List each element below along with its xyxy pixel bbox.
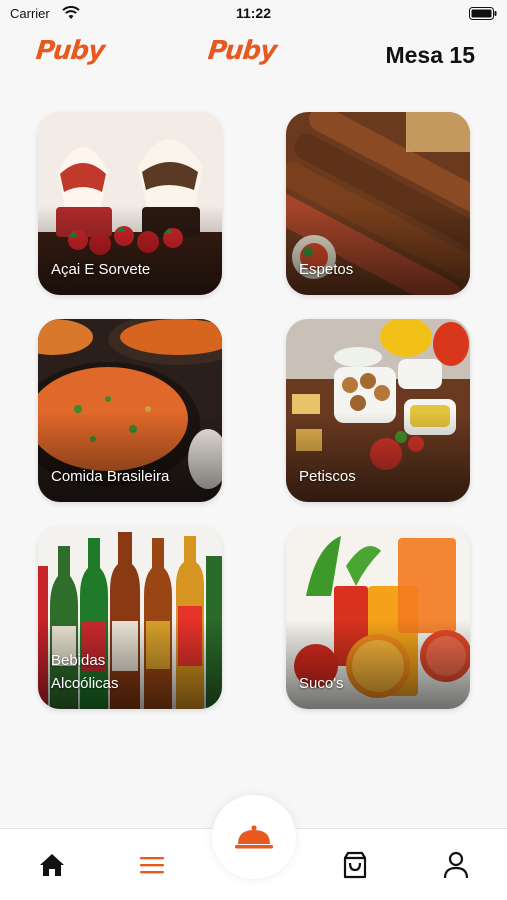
category-label: Petiscos: [299, 468, 356, 485]
nav-menu[interactable]: [136, 849, 168, 881]
category-card-sucos[interactable]: Suco's: [286, 526, 470, 709]
user-icon: [443, 851, 469, 879]
status-bar: Carrier 11:22: [0, 0, 507, 28]
table-number: Mesa 15: [385, 42, 475, 68]
nav-order-button[interactable]: [212, 795, 296, 879]
clock: 11:22: [235, 5, 272, 21]
category-label: Suco's: [299, 675, 344, 692]
brand-logo[interactable]: Puby: [34, 36, 105, 66]
category-card-bebidas-alcoolicas[interactable]: Bebidas Alcoólicas: [38, 526, 222, 709]
cloche-icon: [235, 825, 273, 849]
brand-logo-center: Puby: [206, 36, 278, 66]
nav-profile[interactable]: [440, 849, 472, 881]
category-label: Açai E Sorvete: [51, 261, 151, 278]
category-label: Comida Brasileira: [51, 468, 170, 485]
nav-home[interactable]: [36, 849, 68, 881]
category-label: Bebidas Alcoólicas: [51, 652, 119, 692]
category-card-comida-brasileira[interactable]: Comida Brasileira: [38, 319, 222, 502]
battery-icon: [469, 7, 497, 20]
header: Puby Puby Mesa 15: [0, 32, 507, 76]
nav-bag[interactable]: [339, 849, 371, 881]
home-icon: [40, 854, 64, 876]
category-card-petiscos[interactable]: Petiscos: [286, 319, 470, 502]
menu-icon: [140, 857, 164, 874]
category-card-espetos[interactable]: Espetos: [286, 112, 470, 295]
category-label: Espetos: [299, 261, 354, 278]
shopping-bag-icon: [343, 851, 367, 879]
category-card-acai-sorvete[interactable]: Açai E Sorvete: [38, 112, 222, 295]
